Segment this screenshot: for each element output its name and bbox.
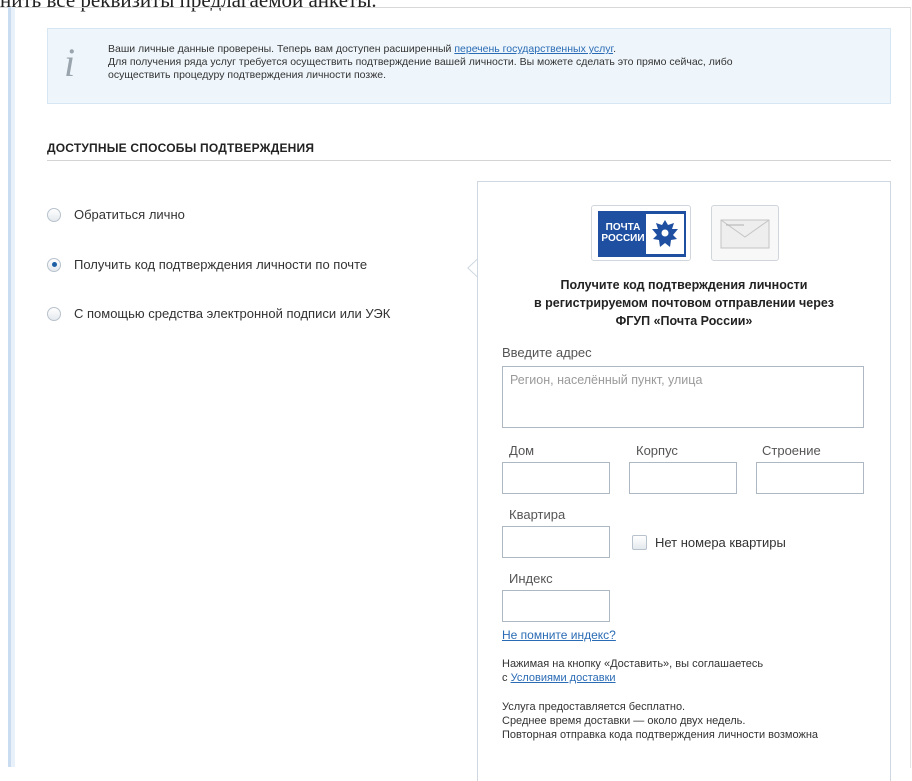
radio-in-person[interactable] — [47, 207, 61, 222]
address-input[interactable] — [502, 366, 864, 428]
services-list-link[interactable]: перечень государственных услуг — [454, 43, 613, 55]
apartment-input[interactable] — [502, 526, 610, 558]
info-line-3: осуществить процедуру подтверждения личн… — [108, 69, 386, 81]
option-by-mail[interactable]: Получить код подтверждения личности по п… — [47, 257, 367, 272]
panel-heading: Получите код подтверждения личности в ре… — [533, 278, 834, 328]
structure-input[interactable] — [756, 462, 864, 494]
option-e-signature[interactable]: С помощью средства электронной подписи и… — [47, 306, 390, 321]
logos-row: ПОЧТА РОССИИ — [591, 205, 791, 261]
option-by-mail-label: Получить код подтверждения личности по п… — [74, 257, 368, 272]
eagle-emblem-icon — [646, 214, 684, 254]
index-label: Индекс — [509, 571, 553, 586]
agreement-text: Нажимая на кнопку «Доставить», вы соглаш… — [502, 658, 764, 684]
mail-confirmation-panel: ПОЧТА РОССИИ Получите код подтверждения … — [477, 181, 891, 781]
radio-by-mail[interactable] — [47, 257, 61, 272]
no-apartment-label: Нет номера квартиры — [655, 535, 786, 550]
service-info-text: Услуга предоставляется бесплатно. Средне… — [502, 701, 819, 741]
info-text: Ваши личные данные проверены. Теперь вам… — [108, 43, 878, 82]
house-input[interactable] — [502, 462, 610, 494]
delivery-terms-link[interactable]: Условиями доставки — [511, 672, 616, 684]
building-input[interactable] — [629, 462, 737, 494]
left-border-strip-light — [11, 7, 15, 767]
info-line-1: Ваши личные данные проверены. Теперь вам… — [108, 43, 616, 55]
section-title: ДОСТУПНЫЕ СПОСОБЫ ПОДТВЕРЖДЕНИЯ — [47, 141, 315, 155]
structure-label: Строение — [762, 443, 821, 458]
pochta-rossii-logo: ПОЧТА РОССИИ — [591, 205, 691, 261]
info-notice: i Ваши личные данные проверены. Теперь в… — [47, 28, 891, 104]
envelope-icon — [711, 205, 779, 261]
index-input[interactable] — [502, 590, 610, 622]
option-e-signature-label: С помощью средства электронной подписи и… — [74, 306, 391, 321]
radio-e-signature[interactable] — [47, 306, 61, 321]
info-icon: i — [64, 40, 76, 85]
option-in-person[interactable]: Обратиться лично — [47, 207, 185, 222]
info-line-2: Для получения ряда услуг требуется осуще… — [108, 56, 733, 68]
address-label: Введите адрес — [502, 345, 592, 360]
building-label: Корпус — [636, 443, 678, 458]
forgot-index-link[interactable]: Не помните индекс? — [502, 628, 616, 642]
apartment-label: Квартира — [509, 507, 566, 522]
section-divider — [47, 160, 891, 161]
no-apartment-checkbox[interactable] — [632, 535, 647, 550]
house-label: Дом — [509, 443, 535, 458]
option-in-person-label: Обратиться лично — [74, 207, 185, 222]
